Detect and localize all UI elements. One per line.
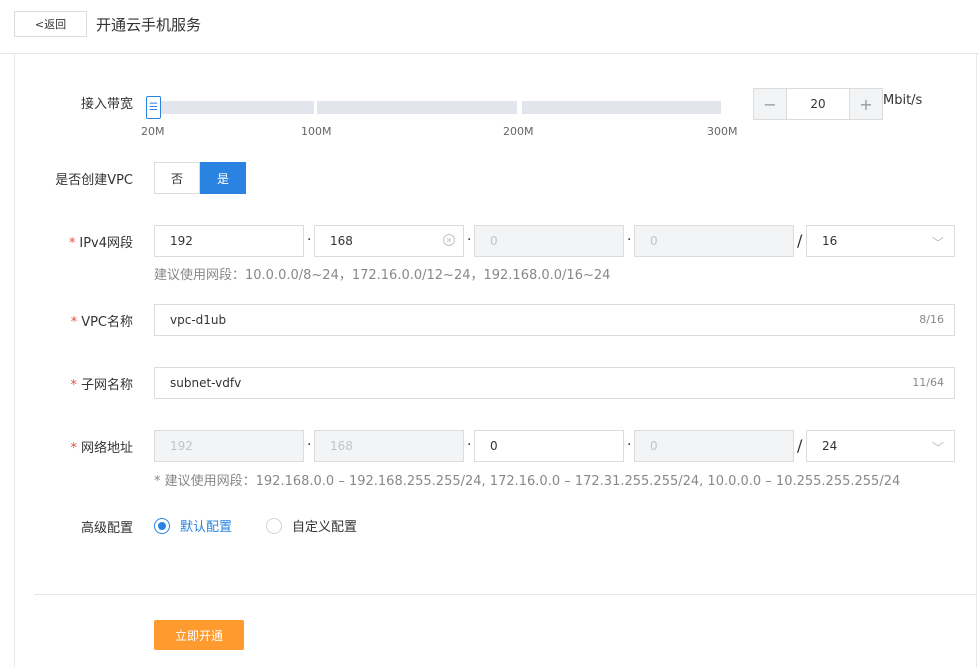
divider [34, 594, 976, 595]
required-asterisk: * [70, 441, 77, 456]
slider-handle[interactable]: ☰ [146, 96, 161, 119]
vpc-toggle-no[interactable]: 否 [154, 162, 200, 194]
submit-button[interactable]: 立即开通 [154, 620, 244, 650]
subnet-name-value: subnet-vdfv [170, 376, 242, 390]
slider-segment-1[interactable] [154, 101, 314, 114]
vpc-name-value: vpc-d1ub [170, 313, 227, 327]
minus-button[interactable]: − [754, 89, 786, 119]
ipv4-octet-1[interactable]: 192 [154, 225, 304, 257]
slider-tick-20m: 20M [141, 125, 165, 138]
vpc-name-counter: 8/16 [919, 313, 944, 326]
subnet-name-counter: 11/64 [912, 376, 944, 389]
slider-tick-100m: 100M [301, 125, 332, 138]
dot-separator: · [627, 232, 632, 248]
ipv4-label: * IPv4网段 [13, 232, 133, 251]
radio-unchecked-icon [266, 517, 282, 534]
slider-tick-200m: 200M [503, 125, 534, 138]
required-asterisk: * [68, 236, 76, 251]
net-address-hint: * 建议使用网段：192.168.0.0 – 192.168.255.255/2… [154, 474, 901, 489]
plus-icon: + [859, 94, 873, 114]
frame-border-left [14, 54, 15, 667]
page-header: <返回 开通云手机服务 [0, 0, 979, 54]
advanced-label: 高级配置 [80, 521, 133, 536]
net-mask-value: 24 [822, 439, 838, 453]
required-asterisk: * [70, 315, 78, 330]
ipv4-octet-3: 0 [474, 225, 624, 257]
back-button[interactable]: <返回 [14, 11, 87, 37]
ipv4-label-text: IPv4网段 [79, 236, 133, 251]
slider-tick-300m: 300M [707, 125, 738, 138]
clear-icon[interactable]: ✕ [443, 234, 455, 246]
net-octet-1: 192 [154, 430, 304, 462]
dot-separator: · [467, 232, 472, 248]
ipv4-octet-2-value: 168 [330, 234, 353, 248]
vpc-name-label: * VPC名称 [13, 311, 133, 330]
bandwidth-label: 接入带宽 [80, 97, 133, 112]
plus-button[interactable]: + [850, 89, 882, 119]
required-asterisk: * [70, 378, 77, 393]
bandwidth-value-input[interactable]: 20 [786, 89, 850, 119]
chevron-down-icon: ﹀ [931, 441, 944, 455]
ipv4-octet-2[interactable]: 168 ✕ [314, 225, 464, 257]
net-octet-3[interactable]: 0 [474, 430, 624, 462]
net-address-label: * 网络地址 [13, 437, 133, 456]
slider-segment-2[interactable] [317, 101, 517, 114]
ipv4-mask-value: 16 [822, 234, 838, 248]
radio-custom-label: 自定义配置 [292, 520, 358, 535]
page: <返回 开通云手机服务 接入带宽 ☰ 20M 100M 200M 300M − … [0, 0, 979, 667]
ipv4-octet-4: 0 [634, 225, 794, 257]
radio-custom-config[interactable]: 自定义配置 [266, 516, 357, 535]
vpc-toggle-label: 是否创建VPC [55, 173, 133, 188]
frame-border-right [976, 54, 977, 667]
subnet-name-label-text: 子网名称 [80, 378, 133, 393]
subnet-name-input[interactable]: subnet-vdfv 11/64 [154, 367, 955, 399]
radio-default-label: 默认配置 [180, 520, 233, 535]
vpc-toggle-yes[interactable]: 是 [200, 162, 246, 194]
dot-separator: · [627, 437, 632, 453]
net-octet-4: 0 [634, 430, 794, 462]
chevron-down-icon: ﹀ [931, 236, 944, 250]
minus-icon: − [763, 94, 777, 114]
net-address-label-text: 网络地址 [80, 441, 133, 456]
vpc-toggle: 否 是 [154, 162, 246, 194]
subnet-name-label: * 子网名称 [13, 374, 133, 393]
vpc-name-label-text: VPC名称 [81, 315, 133, 330]
bandwidth-stepper: − 20 + [753, 88, 883, 120]
net-octet-2: 168 [314, 430, 464, 462]
vpc-name-input[interactable]: vpc-d1ub 8/16 [154, 304, 955, 336]
radio-default-config[interactable]: 默认配置 [154, 516, 232, 535]
dot-separator: · [307, 437, 312, 453]
ipv4-hint: 建议使用网段：10.0.0.0/8~24，172.16.0.0/12~24，19… [154, 268, 611, 283]
page-title: 开通云手机服务 [96, 16, 202, 34]
slash-separator: / [797, 231, 803, 250]
bandwidth-unit: Mbit/s [883, 93, 923, 108]
dot-separator: · [467, 437, 472, 453]
dot-separator: · [307, 232, 312, 248]
slider-segment-3[interactable] [522, 101, 721, 114]
slash-separator: / [797, 436, 803, 455]
grip-icon: ☰ [149, 102, 158, 113]
ipv4-mask-select[interactable]: 16 ﹀ [806, 225, 955, 257]
radio-checked-icon [154, 517, 170, 534]
net-mask-select[interactable]: 24 ﹀ [806, 430, 955, 462]
